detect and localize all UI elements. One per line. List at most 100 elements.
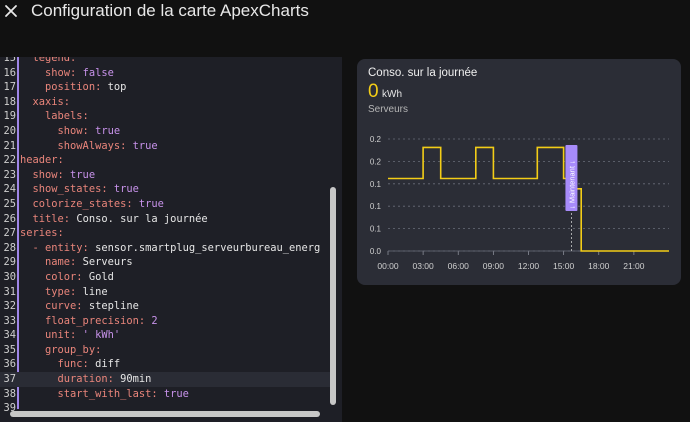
code-line[interactable]: 16 show: false — [0, 66, 330, 81]
code-text: unit: ' kWh' — [20, 328, 120, 343]
yaml-key: header: — [20, 154, 64, 167]
code-line[interactable]: 25 colorize_states: true — [0, 197, 330, 212]
code-line[interactable]: 27 series: — [0, 226, 330, 241]
code-text: name: Serveurs — [20, 255, 133, 270]
yaml-key: group_by: — [20, 343, 102, 356]
code-text: colorize_states: true — [20, 197, 164, 212]
dialog-title: Configuration de la carte ApexCharts — [31, 1, 309, 20]
code-line[interactable]: 20 show: true — [0, 124, 330, 139]
code-line[interactable]: 32 curve: stepline — [0, 299, 330, 314]
yaml-code-editor[interactable]: 15 legend: 16 show: false 17 position: top… — [0, 57, 342, 422]
code-line[interactable]: 26 title: Conso. sur la journée — [0, 212, 330, 227]
code-text: duration: 90min — [20, 372, 152, 387]
yaml-value: stepline — [88, 300, 139, 313]
line-number: 30 — [3, 270, 16, 283]
line-number: 18 — [3, 95, 16, 108]
code-line[interactable]: 30 color: Gold — [0, 270, 330, 285]
state-value: 0 — [368, 81, 379, 102]
code-line[interactable]: 38 start_with_last: true — [0, 387, 330, 402]
yaml-key: - entity: — [20, 241, 96, 254]
y-tick-label: 0.2 — [370, 135, 382, 144]
yaml-value: true — [113, 183, 139, 196]
code-line[interactable]: 28 - entity: sensor.smartplug_serveurbur… — [0, 241, 330, 256]
code-line[interactable]: 33 float_precision: 2 — [0, 314, 330, 329]
yaml-key: xaxis: — [20, 95, 71, 108]
line-number: 34 — [3, 329, 16, 342]
line-number: 31 — [3, 285, 16, 298]
yaml-key: show: — [20, 168, 71, 181]
yaml-value: top — [107, 81, 127, 94]
code-line[interactable]: 36 func: diff — [0, 357, 330, 372]
yaml-key: unit: — [20, 329, 83, 342]
code-text: labels: — [20, 109, 89, 124]
code-text: xaxis: — [20, 95, 71, 110]
code-line[interactable]: 34 unit: ' kWh' — [0, 328, 330, 343]
yaml-key: title: — [20, 212, 77, 225]
code-text: title: Conso. sur la journée — [20, 212, 208, 227]
yaml-value: Serveurs — [82, 256, 133, 269]
line-number: 37 — [3, 373, 16, 386]
yaml-value: true — [138, 197, 164, 210]
code-line[interactable]: 18 xaxis: — [0, 95, 330, 110]
line-number: 22 — [3, 154, 16, 167]
code-text: curve: stepline — [20, 299, 139, 314]
yaml-value: false — [82, 66, 114, 79]
line-number: 29 — [3, 256, 16, 269]
code-text: group_by: — [20, 343, 101, 358]
y-tick-label: 0.1 — [370, 180, 382, 189]
yaml-value: true — [95, 124, 121, 137]
code-line[interactable]: 21 showAlways: true — [0, 139, 330, 154]
code-text: show: false — [20, 66, 114, 81]
yaml-value: Conso. sur la journée — [76, 212, 208, 225]
yaml-value: true — [163, 387, 189, 400]
x-tick-label: 15:00 — [553, 261, 575, 271]
code-text: color: Gold — [20, 270, 114, 285]
yaml-key: start_with_last: — [20, 387, 164, 400]
line-number: 38 — [3, 387, 16, 400]
yaml-value: ' kWh' — [82, 329, 121, 342]
state-series-name: Serveurs — [368, 104, 409, 115]
apexcharts-card-preview: Conso. sur la journée 0 kWh Serveurs 0.0… — [357, 59, 681, 285]
line-number: 32 — [3, 300, 16, 313]
code-line[interactable]: 35 group_by: — [0, 343, 330, 358]
yaml-key: type: — [20, 285, 83, 298]
code-line[interactable]: 15 legend: — [0, 57, 330, 66]
code-text: func: diff — [20, 357, 121, 372]
code-line[interactable]: 24 show_states: true — [0, 182, 330, 197]
yaml-key: show: — [20, 124, 96, 137]
card-title: Conso. sur la journée — [368, 67, 478, 79]
yaml-key: name: — [20, 256, 83, 269]
close-icon — [5, 5, 17, 17]
yaml-value: diff — [95, 358, 121, 371]
line-number: 23 — [3, 168, 16, 181]
energy-chart: 0.0 0.1 0.1 0.1 0.2 0.2 00:00 03:00 06:00 09:00 12… — [370, 135, 669, 271]
code-line[interactable]: 17 position: top — [0, 80, 330, 95]
code-text: type: line — [20, 285, 108, 300]
code-lines[interactable]: 15 legend: 16 show: false 17 position: top… — [0, 57, 330, 416]
code-text: - entity: sensor.smartplug_serveurbureau… — [20, 241, 321, 256]
code-line[interactable]: 37 duration: 90min — [0, 372, 330, 387]
code-line[interactable]: 22 header: — [0, 153, 330, 168]
now-marker-label: ↓ Maintenant ↓ — [567, 160, 576, 209]
line-number: 35 — [3, 343, 16, 356]
line-number: 27 — [3, 227, 16, 240]
x-tick-label: 00:00 — [377, 261, 399, 271]
line-number: 25 — [3, 197, 16, 210]
yaml-key: legend: — [20, 57, 77, 64]
code-line[interactable]: 19 labels: — [0, 109, 330, 124]
line-number: 20 — [3, 124, 16, 137]
close-button[interactable] — [0, 0, 24, 22]
x-tick-label: 21:00 — [623, 261, 645, 271]
yaml-value: sensor.smartplug_serveurbureau_energ — [95, 241, 321, 254]
code-text: header: — [20, 153, 64, 168]
vertical-scrollbar[interactable] — [330, 187, 336, 405]
code-line[interactable]: 31 type: line — [0, 285, 330, 300]
y-tick-label: 0.2 — [370, 157, 382, 166]
code-text: series: — [20, 226, 64, 241]
dialog-header: Configuration de la carte ApexCharts — [0, 0, 690, 24]
code-line[interactable]: 23 show: true — [0, 168, 330, 183]
horizontal-scrollbar[interactable] — [10, 411, 320, 417]
yaml-key: curve: — [20, 300, 89, 313]
code-text: position: top — [20, 80, 126, 95]
code-line[interactable]: 29 name: Serveurs — [0, 255, 330, 270]
